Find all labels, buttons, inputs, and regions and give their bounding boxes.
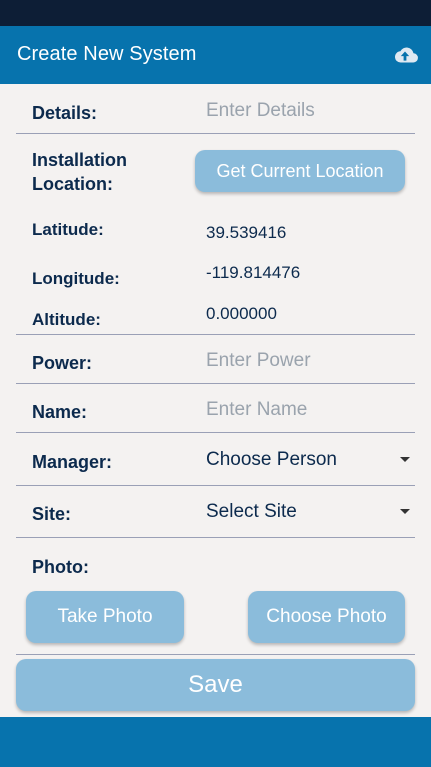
page-title: Create New System	[17, 43, 197, 65]
manager-selected-value: Choose Person	[206, 449, 337, 470]
site-selected-value: Select Site	[206, 501, 297, 522]
installation-label-line2: Location:	[32, 174, 113, 194]
cloud-upload-icon[interactable]	[391, 41, 419, 69]
get-current-location-button[interactable]: Get Current Location	[195, 150, 405, 192]
divider	[16, 537, 415, 538]
latitude-value: 39.539416	[206, 223, 287, 242]
divider	[16, 334, 415, 335]
status-bar	[0, 0, 431, 26]
chevron-down-icon	[400, 457, 410, 462]
name-input[interactable]	[206, 398, 406, 422]
chevron-down-icon	[400, 509, 410, 514]
divider	[16, 133, 415, 134]
altitude-label: Altitude:	[32, 310, 101, 329]
app-bar: Create New System	[0, 26, 431, 84]
choose-photo-button[interactable]: Choose Photo	[248, 591, 405, 643]
divider	[16, 485, 415, 486]
divider	[16, 383, 415, 384]
details-input[interactable]	[206, 99, 406, 123]
divider	[16, 654, 415, 655]
power-label: Power:	[32, 353, 93, 373]
divider	[16, 432, 415, 433]
site-label: Site:	[32, 504, 72, 524]
longitude-value: -119.814476	[206, 263, 301, 282]
altitude-value: 0.000000	[206, 304, 277, 323]
manager-label: Manager:	[32, 452, 113, 472]
power-input[interactable]	[206, 349, 406, 373]
photo-label: Photo:	[32, 557, 89, 577]
name-label: Name:	[32, 402, 88, 422]
longitude-label: Longitude:	[32, 269, 120, 288]
take-photo-button[interactable]: Take Photo	[26, 591, 184, 643]
latitude-label: Latitude:	[32, 220, 104, 239]
installation-label-line1: Installation	[32, 150, 128, 170]
details-label: Details:	[32, 103, 98, 123]
save-button[interactable]: Save	[16, 659, 415, 711]
bottom-bar	[0, 717, 431, 767]
